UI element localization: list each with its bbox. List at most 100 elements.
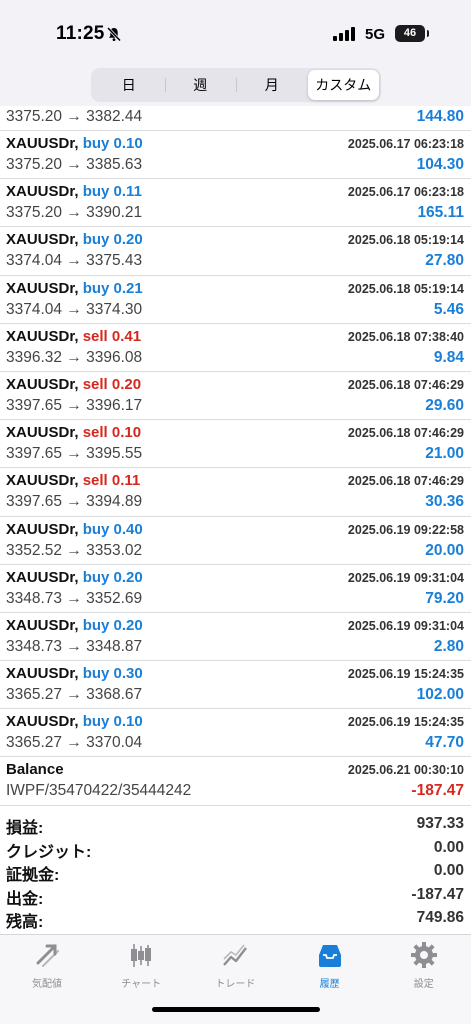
profit-value: 21.00 [425,445,464,463]
summary-value: 749.86 [416,909,464,927]
tab-label: 気配値 [32,979,62,990]
trade-row[interactable]: XAUUSDr, sell 0.10 2025.06.18 07:46:29 339… [0,420,471,469]
balance-time: 2025.06.21 00:30:10 [347,763,464,778]
trade-volume: 0.20 [113,616,143,634]
tab-quotes[interactable]: 気配値 [0,941,94,990]
symbol-label: XAUUSDr, [6,665,79,683]
status-time: 11:25 [56,23,105,44]
profit-value: 165.11 [417,204,464,222]
segment-0[interactable]: 日 [93,70,165,100]
trade-symbol: XAUUSDr, buy 0.20 [6,569,143,586]
balance-amount: -187.47 [411,782,464,800]
settings-icon [377,941,471,969]
trade-row[interactable]: XAUUSDr, buy 0.30 2025.06.19 15:24:35 3365… [0,661,471,710]
balance-row[interactable]: Balance 2025.06.21 00:30:10 IWPF/35470422/… [0,757,471,806]
trade-row[interactable]: XAUUSDr, buy 0.10 2025.06.19 15:24:35 3365… [0,709,471,758]
tab-history[interactable]: 履歴 [283,941,377,990]
trade-symbol: XAUUSDr, buy 0.20 [6,231,143,248]
trade-time: 2025.06.18 05:19:14 [347,281,464,296]
trade-symbol: XAUUSDr, buy 0.21 [6,280,143,297]
summary-label: 証拠金: [6,867,60,885]
symbol-label: XAUUSDr, [6,568,79,586]
summary-value: 0.00 [433,862,464,880]
trade-row[interactable]: XAUUSDr, sell 0.11 2025.06.18 07:46:29 339… [0,468,471,517]
symbol-label: XAUUSDr, [6,375,79,393]
trade-volume: 0.10 [111,424,142,442]
trade-symbol: XAUUSDr, sell 0.20 [6,376,141,393]
trade-side: buy [82,279,110,297]
profit-value: 5.46 [433,300,464,318]
trade-row[interactable]: XAUUSDr, sell 0.41 2025.06.18 07:38:40 339… [0,324,471,372]
summary-row: 残高: 749.86 [0,906,471,932]
symbol-label: XAUUSDr, [6,327,79,345]
symbol-label: XAUUSDr, [6,424,79,442]
trade-time: 2025.06.18 07:38:40 [347,329,464,344]
chart-icon [94,941,188,969]
trade-side: sell [82,327,108,345]
trade-row[interactable]: XAUUSDr, buy 0.20 2025.06.18 05:19:14 3374… [0,227,471,276]
summary-row: 損益: 937.33 [0,812,471,837]
trade-volume: 0.40 [113,520,143,538]
history-row-partial[interactable]: 3375.20 → 3382.44 144.80 [0,106,471,131]
profit-value: 27.80 [425,252,464,270]
trade-time: 2025.06.18 05:19:14 [347,233,464,248]
trade-time: 2025.06.18 07:46:29 [347,426,464,441]
segment-1[interactable]: 週 [164,70,237,100]
trade-symbol: XAUUSDr, buy 0.10 [6,135,143,152]
network-label: 5G [365,26,386,43]
history-list[interactable]: 3375.20 → 3382.44 144.80 XAUUSDr, buy 0.… [0,106,471,806]
trade-time: 2025.06.19 15:24:35 [347,715,464,730]
trade-time: 2025.06.18 07:46:29 [347,377,464,392]
trade-row[interactable]: XAUUSDr, buy 0.11 2025.06.17 06:23:18 3375… [0,179,471,228]
period-segmented-control: 日週月カスタム [91,68,381,102]
trade-side: sell [82,375,108,393]
trade-symbol: XAUUSDr, buy 0.20 [6,617,143,634]
symbol-label: XAUUSDr, [6,183,79,201]
history-icon [283,941,377,969]
trade-side: buy [82,568,110,586]
trade-volume: 0.21 [113,279,143,297]
profit-value: 144.80 [416,108,464,125]
price-range: 3397.65 → 3395.55 [6,445,143,463]
price-range: 3375.20 → 3382.44 [6,108,143,125]
tab-trade[interactable]: トレード [188,941,282,990]
summary-row: クレジット: 0.00 [0,836,471,861]
trade-row[interactable]: XAUUSDr, buy 0.20 2025.06.19 09:31:04 3348… [0,565,471,613]
profit-value: 104.30 [416,156,464,173]
trade-row[interactable]: XAUUSDr, sell 0.20 2025.06.18 07:46:29 339… [0,372,471,421]
profit-value: 20.00 [425,541,464,559]
period-bar: 日週月カスタム [0,68,471,106]
trade-row[interactable]: XAUUSDr, buy 0.10 2025.06.17 06:23:18 3375… [0,131,471,180]
tab-label: 設定 [413,979,434,990]
trade-volume: 0.10 [113,135,143,152]
segment-2[interactable]: 月 [236,70,308,100]
price-range: 3352.52 → 3353.02 [6,541,143,559]
profit-value: 79.20 [425,589,464,607]
trade-symbol: XAUUSDr, buy 0.10 [6,713,143,730]
trade-row[interactable]: XAUUSDr, buy 0.20 2025.06.19 09:31:04 3348… [0,613,471,662]
tab-chart[interactable]: チャート [94,941,188,990]
symbol-label: XAUUSDr, [6,616,79,634]
trade-symbol: XAUUSDr, sell 0.10 [6,424,141,441]
price-range: 3374.04 → 3375.43 [6,252,143,270]
trade-time: 2025.06.19 15:24:35 [347,667,464,682]
trade-time: 2025.06.17 06:23:18 [347,137,464,151]
tab-settings[interactable]: 設定 [377,941,471,990]
segment-3[interactable]: カスタム [307,70,379,100]
profit-value: 9.84 [433,348,464,366]
trade-side: buy [82,665,110,683]
trade-symbol: XAUUSDr, buy 0.11 [6,183,142,200]
price-range: 3375.20 → 3390.21 [6,204,143,222]
trade-row[interactable]: XAUUSDr, buy 0.21 2025.06.18 05:19:14 3374… [0,276,471,324]
price-range: 3365.27 → 3368.67 [6,686,143,704]
trade-row[interactable]: XAUUSDr, buy 0.40 2025.06.19 09:22:58 3352… [0,517,471,565]
summary-label: 残高: [6,914,44,932]
trade-symbol: XAUUSDr, sell 0.11 [6,472,140,489]
trade-symbol: XAUUSDr, buy 0.30 [6,665,143,682]
trade-time: 2025.06.19 09:31:04 [347,570,464,585]
trade-side: sell [82,472,108,490]
trade-side: buy [82,135,110,152]
summary-value: 937.33 [416,815,464,832]
trade-time: 2025.06.19 09:22:58 [347,522,464,537]
profit-value: 102.00 [416,686,464,704]
